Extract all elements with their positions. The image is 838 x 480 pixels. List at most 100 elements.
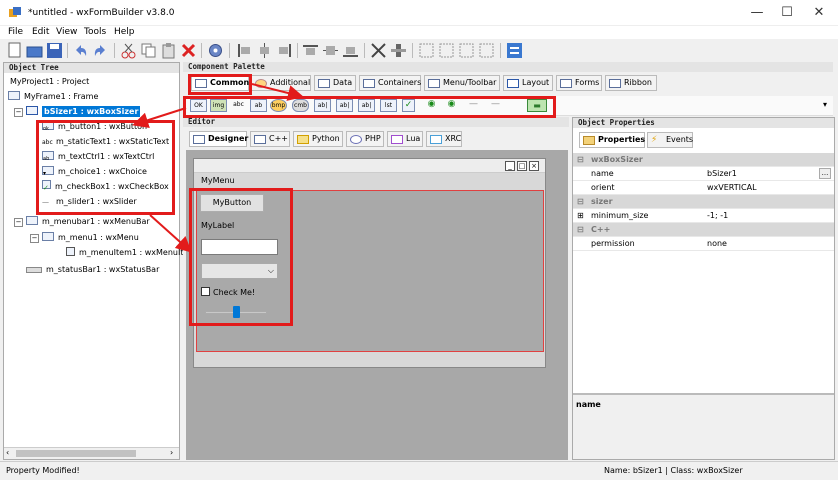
border-right-icon[interactable] bbox=[438, 42, 455, 59]
tab-cpp[interactable]: C++ bbox=[250, 131, 290, 147]
collapse-icon[interactable]: ⊟ bbox=[577, 195, 584, 209]
frame-titlebar: _ □ × bbox=[194, 159, 545, 173]
scroll-thumb[interactable] bbox=[16, 450, 136, 457]
tab-ribbon[interactable]: Ribbon bbox=[605, 75, 657, 91]
undo-icon[interactable] bbox=[72, 42, 89, 59]
tab-label: Properties bbox=[598, 135, 646, 144]
scroll-left-icon[interactable]: ‹ bbox=[6, 448, 9, 457]
property-key: minimum_size bbox=[591, 211, 649, 220]
collapse-icon[interactable]: − bbox=[14, 108, 23, 117]
tree-node-statusbar-label: m_statusBar1 : wxStatusBar bbox=[46, 265, 160, 274]
collapse-icon[interactable]: − bbox=[30, 234, 39, 243]
category-class[interactable]: ⊟ wxBoxSizer bbox=[573, 153, 834, 167]
delete-icon[interactable] bbox=[180, 42, 197, 59]
new-file-icon[interactable] bbox=[6, 42, 23, 59]
tree-node-frame[interactable]: MyFrame1 : Frame bbox=[8, 90, 98, 104]
minimize-button[interactable]: — bbox=[742, 4, 772, 22]
open-folder-icon[interactable] bbox=[26, 42, 43, 59]
cut-icon[interactable] bbox=[120, 42, 137, 59]
expand-icon[interactable] bbox=[370, 42, 387, 59]
tab-lua[interactable]: Lua bbox=[387, 131, 423, 147]
border-bottom-icon[interactable] bbox=[478, 42, 495, 59]
property-row-orient[interactable]: orient wxVERTICAL bbox=[573, 181, 834, 195]
tree-node-project[interactable]: MyProject1 : Project bbox=[10, 75, 89, 89]
align-bottom-icon[interactable] bbox=[342, 42, 359, 59]
menu-view[interactable]: View bbox=[56, 26, 77, 39]
border-top-icon[interactable] bbox=[458, 42, 475, 59]
ellipsis-button[interactable]: ... bbox=[819, 168, 831, 179]
property-value[interactable]: wxVERTICAL bbox=[707, 181, 757, 195]
tab-forms[interactable]: Forms bbox=[556, 75, 602, 91]
category-cpp[interactable]: ⊟ C++ bbox=[573, 223, 834, 237]
tab-containers[interactable]: Containers bbox=[359, 75, 421, 91]
align-center-h-icon[interactable] bbox=[256, 42, 273, 59]
align-center-v-icon[interactable] bbox=[322, 42, 339, 59]
tab-php[interactable]: PHP bbox=[346, 131, 384, 147]
tab-label: Menu/Toolbar bbox=[443, 78, 497, 87]
tab-label: Designer bbox=[208, 134, 249, 143]
border-left-icon[interactable] bbox=[418, 42, 435, 59]
maximize-button[interactable]: ☐ bbox=[772, 4, 802, 22]
save-icon[interactable] bbox=[46, 42, 63, 59]
palette-more-icon[interactable]: ▾ bbox=[823, 100, 827, 109]
swap-icon[interactable] bbox=[506, 42, 523, 59]
highlight-common-tab bbox=[188, 74, 252, 95]
property-value[interactable]: none bbox=[707, 237, 727, 251]
palette-header: Component Palette bbox=[183, 62, 833, 72]
tree-node-statusbar[interactable]: m_statusBar1 : wxStatusBar bbox=[26, 263, 159, 277]
property-value[interactable]: bSizer1 bbox=[707, 167, 737, 181]
title-bar: *untitled - wxFormBuilder v3.8.0 — ☐ ✕ bbox=[0, 0, 838, 26]
tree-node-menu[interactable]: − m_menu1 : wxMenu bbox=[30, 231, 139, 245]
tab-data[interactable]: Data bbox=[314, 75, 356, 91]
tab-python[interactable]: Python bbox=[293, 131, 343, 147]
align-left-icon[interactable] bbox=[236, 42, 253, 59]
align-right-icon[interactable] bbox=[276, 42, 293, 59]
menu-edit[interactable]: Edit bbox=[32, 26, 49, 39]
scroll-right-icon[interactable]: › bbox=[170, 448, 173, 457]
tab-properties[interactable]: Properties bbox=[579, 132, 645, 148]
tree-node-sizer[interactable]: − bSizer1 : wxBoxSizer bbox=[14, 105, 141, 119]
tree-horizontal-scrollbar[interactable]: ‹ › bbox=[4, 447, 179, 459]
property-row-minimum-size[interactable]: ⊞ minimum_size -1; -1 bbox=[573, 209, 834, 223]
menu-help[interactable]: Help bbox=[114, 26, 135, 39]
copy-icon[interactable] bbox=[140, 42, 157, 59]
frame-maximize-icon: □ bbox=[517, 161, 527, 171]
editor-header: Editor bbox=[183, 117, 569, 127]
tree-node-menu-label: m_menu1 : wxMenu bbox=[58, 233, 139, 242]
paste-icon[interactable] bbox=[160, 42, 177, 59]
collapse-icon[interactable]: − bbox=[14, 218, 23, 227]
frame-close-icon: × bbox=[529, 161, 539, 171]
tree-node-menuitem[interactable]: m_menuItem1 : wxMenuItem bbox=[66, 246, 196, 260]
properties-header: Object Properties bbox=[573, 118, 834, 128]
tab-label: Containers bbox=[378, 78, 422, 87]
property-value[interactable]: -1; -1 bbox=[707, 209, 728, 223]
tab-label: PHP bbox=[365, 134, 381, 143]
tab-xrc[interactable]: XRC bbox=[426, 131, 462, 147]
tab-events[interactable]: ⚡ Events bbox=[647, 132, 693, 148]
close-button[interactable]: ✕ bbox=[804, 4, 834, 22]
property-row-permission[interactable]: permission none bbox=[573, 237, 834, 251]
tab-additional[interactable]: Additional bbox=[251, 75, 311, 91]
status-bar: Property Modified! Name: bSizer1 | Class… bbox=[0, 461, 838, 480]
highlight-tree-children bbox=[36, 120, 175, 215]
property-row-name[interactable]: name bSizer1... bbox=[573, 167, 834, 181]
tab-layout[interactable]: Layout bbox=[503, 75, 553, 91]
expand-icon[interactable]: ⊞ bbox=[577, 209, 584, 223]
menuitem-icon bbox=[66, 247, 75, 256]
menu-tools[interactable]: Tools bbox=[84, 26, 106, 39]
frame-menu-bar[interactable]: MyMenu bbox=[194, 174, 545, 188]
stretch-icon[interactable] bbox=[390, 42, 407, 59]
tab-designer[interactable]: Designer bbox=[189, 131, 249, 147]
category-sizer[interactable]: ⊟ sizer bbox=[573, 195, 834, 209]
redo-icon[interactable] bbox=[92, 42, 109, 59]
menu-icon bbox=[42, 232, 54, 241]
statusbar-icon bbox=[26, 267, 42, 273]
tab-menu-toolbar[interactable]: Menu/Toolbar bbox=[424, 75, 500, 91]
collapse-icon[interactable]: ⊟ bbox=[577, 153, 584, 167]
tree-node-menubar[interactable]: − m_menubar1 : wxMenuBar bbox=[14, 215, 150, 229]
collapse-icon[interactable]: ⊟ bbox=[577, 223, 584, 237]
generate-code-icon[interactable] bbox=[207, 42, 224, 59]
align-top-icon[interactable] bbox=[302, 42, 319, 59]
tab-label: Forms bbox=[575, 78, 600, 87]
menu-file[interactable]: File bbox=[8, 26, 23, 39]
